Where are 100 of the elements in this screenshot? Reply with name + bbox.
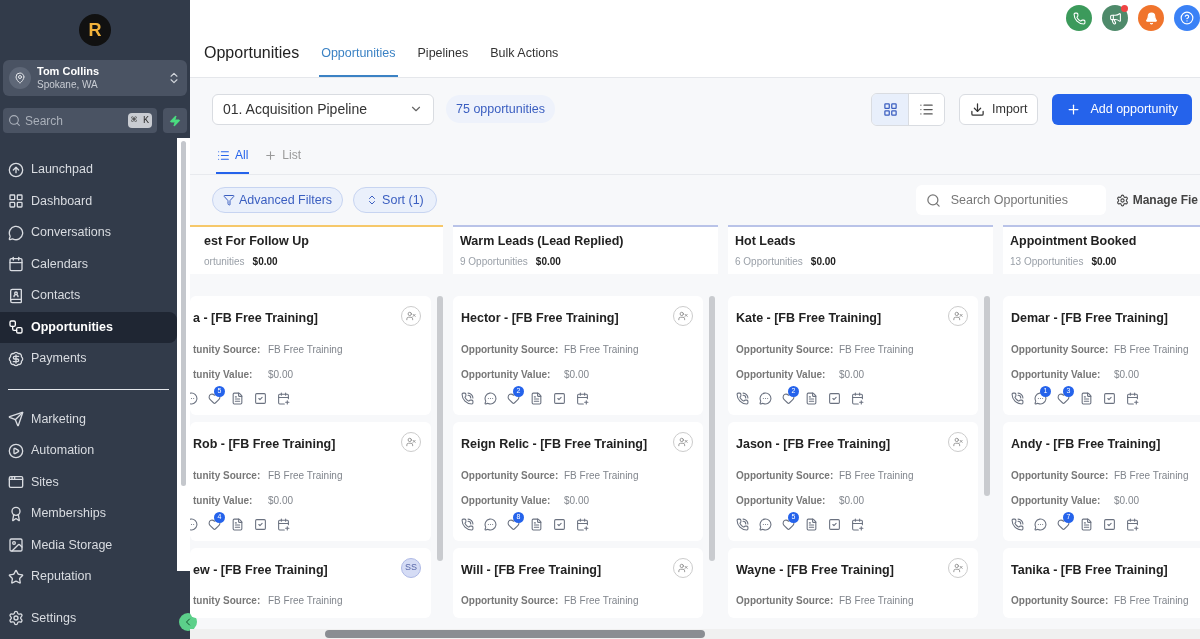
chat-icon[interactable] xyxy=(484,517,497,531)
heart-icon[interactable] xyxy=(208,517,221,531)
download-icon xyxy=(970,101,985,117)
opportunity-card[interactable]: Tanika - [FB Free Training] Opportunity Source: FB Free Training xyxy=(1003,547,1200,619)
phone-button[interactable] xyxy=(1066,5,1092,31)
quick-action-button[interactable] xyxy=(163,108,187,133)
heart-icon[interactable] xyxy=(507,517,520,531)
manage-fields-button[interactable]: Manage Fie xyxy=(1115,191,1198,209)
search-icon xyxy=(925,192,941,208)
nav-item[interactable]: Conversations xyxy=(0,217,177,249)
nav-item[interactable]: Marketing xyxy=(0,403,177,435)
heart-icon[interactable] xyxy=(208,391,221,405)
document-icon[interactable] xyxy=(1080,391,1093,405)
pipeline-select[interactable]: 01. Acquisition Pipeline xyxy=(212,93,434,125)
chat-icon[interactable] xyxy=(1034,391,1047,405)
calendar-plus-icon[interactable] xyxy=(851,517,864,531)
checkbox-icon[interactable] xyxy=(254,517,267,531)
nav-item[interactable]: Settings xyxy=(0,601,150,635)
scrollbar-thumb[interactable] xyxy=(437,296,443,561)
nav-item[interactable]: Payments xyxy=(0,343,177,375)
phone-icon[interactable] xyxy=(1011,391,1024,405)
calendar-plus-icon[interactable] xyxy=(1126,391,1139,405)
nav-item[interactable]: Automation xyxy=(0,435,177,467)
phone-icon[interactable] xyxy=(461,391,474,405)
contact-book-icon xyxy=(8,287,24,304)
nav-item[interactable]: Opportunities xyxy=(0,311,177,343)
collapse-button[interactable] xyxy=(179,613,197,631)
card-title: Wayne - [FB Free Training] xyxy=(736,561,894,579)
checkbox-icon[interactable] xyxy=(254,391,267,405)
checkbox-icon[interactable] xyxy=(828,391,841,405)
chat-icon[interactable] xyxy=(759,391,772,405)
scrollbar-thumb[interactable] xyxy=(709,296,715,561)
opportunity-card[interactable]: ew - [FB Free Training] SS tunity Source: FB Free Training xyxy=(190,547,431,619)
header-tab[interactable]: Bulk Actions xyxy=(488,44,561,77)
heart-icon[interactable] xyxy=(1057,391,1070,405)
header-tab[interactable]: Pipelines xyxy=(415,44,471,77)
checkbox-icon[interactable] xyxy=(1103,391,1116,405)
image-icon xyxy=(8,537,24,554)
scrollbar-thumb[interactable] xyxy=(984,296,990,496)
page-title: Opportunities xyxy=(204,43,300,63)
chat-icon[interactable] xyxy=(484,391,497,405)
document-icon[interactable] xyxy=(231,517,244,531)
document-icon[interactable] xyxy=(1080,517,1093,531)
document-icon[interactable] xyxy=(805,391,818,405)
document-icon[interactable] xyxy=(231,391,244,405)
list-view-button[interactable] xyxy=(908,93,944,125)
heart-icon[interactable] xyxy=(782,391,795,405)
import-button[interactable]: Import xyxy=(959,93,1039,125)
document-icon[interactable] xyxy=(805,517,818,531)
field-value: $0.00 xyxy=(268,493,294,508)
nav-item[interactable]: Contacts xyxy=(0,280,177,312)
sort-button[interactable]: Sort (1) xyxy=(353,187,437,213)
document-icon[interactable] xyxy=(530,391,543,405)
phone-icon[interactable] xyxy=(736,391,749,405)
nav-item[interactable]: Calendars xyxy=(0,248,177,280)
add-opportunity-button[interactable]: Add opportunity xyxy=(1052,93,1192,125)
scrollbar-thumb[interactable] xyxy=(181,141,186,486)
heart-icon[interactable] xyxy=(507,391,520,405)
document-icon[interactable] xyxy=(530,517,543,531)
search-field[interactable]: Search ⌘ K xyxy=(3,108,157,133)
horizontal-scrollbar-thumb[interactable] xyxy=(325,630,705,638)
nav-item[interactable]: Sites xyxy=(0,466,177,498)
advanced-filters-button[interactable]: Advanced Filters xyxy=(212,187,344,213)
calendar-plus-icon[interactable] xyxy=(1126,517,1139,531)
opportunity-card[interactable]: Will - [FB Free Training] Opportunity Source: FB Free Training xyxy=(453,547,703,619)
view-tab[interactable]: All xyxy=(216,146,250,174)
calendar-plus-icon[interactable] xyxy=(576,517,589,531)
nav-item[interactable]: Reputation xyxy=(0,561,177,593)
nav-item[interactable]: Memberships xyxy=(0,498,177,530)
grid-view-button[interactable] xyxy=(872,93,908,125)
opportunity-card[interactable]: Wayne - [FB Free Training] Opportunity Source: FB Free Training xyxy=(728,547,978,619)
checkbox-icon[interactable] xyxy=(553,391,566,405)
calendar-plus-icon[interactable] xyxy=(277,517,290,531)
nav-item[interactable]: Media Storage xyxy=(0,529,177,561)
nav-item[interactable]: Dashboard xyxy=(0,185,177,217)
heart-icon[interactable] xyxy=(782,517,795,531)
calendar-plus-icon[interactable] xyxy=(851,391,864,405)
heart-icon[interactable] xyxy=(1057,517,1070,531)
calendar-plus-icon[interactable] xyxy=(576,391,589,405)
calendar-icon xyxy=(8,256,24,273)
announcement-button[interactable] xyxy=(1102,5,1128,31)
phone-icon[interactable] xyxy=(461,517,474,531)
notifications-button[interactable] xyxy=(1138,5,1164,31)
field-label: tunity Value: xyxy=(193,367,254,382)
checkbox-icon[interactable] xyxy=(553,517,566,531)
checkbox-icon[interactable] xyxy=(828,517,841,531)
help-button[interactable] xyxy=(1174,5,1200,31)
phone-icon[interactable] xyxy=(1011,517,1024,531)
account-switcher[interactable]: Tom Collins Spokane, WA xyxy=(3,60,187,96)
header-tab[interactable]: Opportunities xyxy=(319,44,398,77)
avatar[interactable]: SS xyxy=(401,557,421,578)
phone-icon[interactable] xyxy=(736,517,749,531)
checkbox-icon[interactable] xyxy=(1103,517,1116,531)
nav-item[interactable]: Launchpad xyxy=(0,154,177,186)
chat-icon[interactable] xyxy=(759,517,772,531)
chat-icon[interactable] xyxy=(1034,517,1047,531)
search-opportunities-field[interactable]: Search Opportunities xyxy=(915,185,1106,215)
logo[interactable]: R xyxy=(79,14,111,46)
field-value: $0.00 xyxy=(839,367,865,382)
calendar-plus-icon[interactable] xyxy=(277,391,290,405)
